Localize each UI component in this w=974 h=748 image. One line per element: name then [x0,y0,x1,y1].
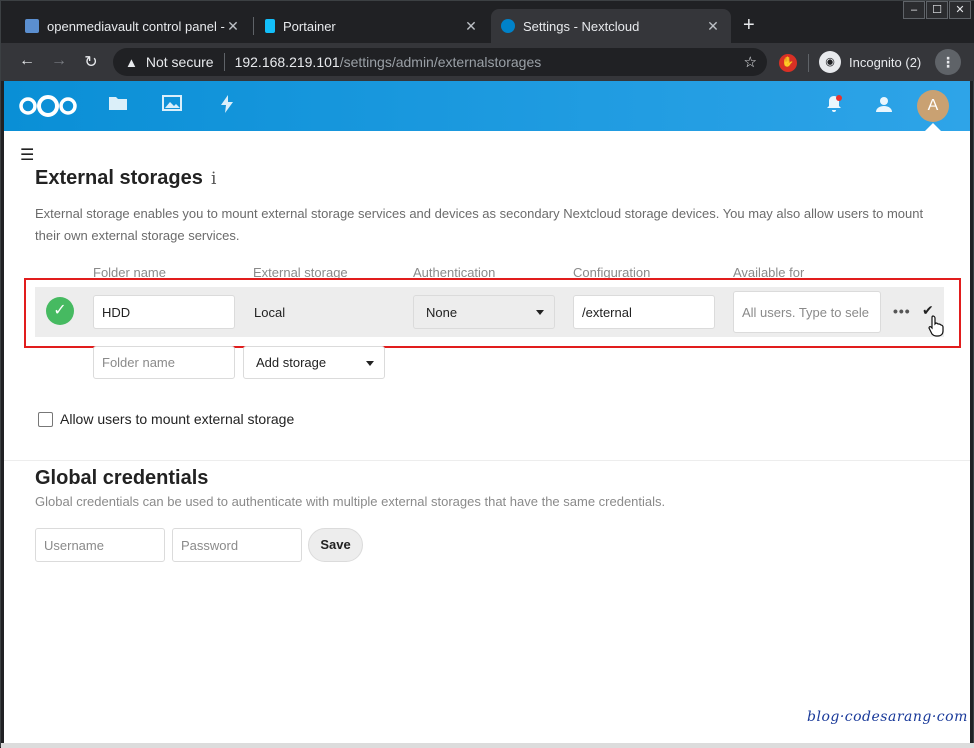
reload-icon[interactable]: ↻ [81,52,101,72]
bookmark-star-icon[interactable]: ☆ [744,53,757,71]
notifications-bell-icon[interactable] [826,95,842,118]
incognito-icon: ◉ [819,51,841,73]
page-content: A ☰ External storages i External storage… [4,81,970,743]
close-tab-icon[interactable]: ✕ [705,18,721,35]
external-storages-title: External storages [35,167,203,189]
column-available-for: Available for [733,265,805,278]
tab-nextcloud-settings[interactable]: Settings - Nextcloud ✕ [491,9,731,43]
incognito-indicator[interactable]: ◉ Incognito (2) [819,49,921,75]
user-avatar[interactable]: A [917,90,949,122]
window-bottom-border [1,743,974,748]
column-external-storage: External storage [253,265,348,278]
minimize-button[interactable]: – [903,1,925,19]
extension-hand-icon[interactable]: ✋ [779,54,797,72]
portainer-favicon-icon [265,19,275,33]
toolbar-separator [808,54,809,72]
hamburger-menu-icon[interactable]: ☰ [20,145,34,165]
omnibox-divider [223,53,225,71]
save-button[interactable]: Save [308,528,363,562]
add-storage-select[interactable]: Add storage [243,346,385,379]
files-folder-icon[interactable] [108,95,128,116]
url-host: 192.168.219.101 [234,54,340,70]
column-authentication: Authentication [413,265,496,278]
activity-lightning-icon[interactable] [220,95,234,118]
forward-arrow-icon[interactable]: → [49,52,69,70]
allow-users-label[interactable]: Allow users to mount external storage [60,411,294,427]
external-storages-description: External storage enables you to mount ex… [35,206,924,243]
allow-users-checkbox[interactable] [38,412,53,427]
nextcloud-logo-icon[interactable] [18,95,78,117]
tab-title: Settings - Nextcloud [523,18,640,34]
url-path: /settings/admin/externalstorages [339,54,542,70]
close-window-button[interactable]: ✕ [949,1,971,19]
column-folder-name: Folder name [93,265,166,278]
maximize-button[interactable]: ☐ [926,1,948,19]
tab-title: openmediavault control panel - l [47,18,225,34]
dropdown-caret-icon [366,361,374,366]
highlight-box [24,278,961,348]
menu-caret [925,123,941,131]
nextcloud-favicon-icon [501,19,515,33]
openmediavault-favicon-icon [25,19,39,33]
back-arrow-icon[interactable]: ← [17,52,37,70]
nextcloud-header: A [4,81,970,131]
browser-menu-icon[interactable]: ⋮ [935,49,961,75]
window-controls: – ☐ ✕ [902,1,971,19]
close-tab-icon[interactable]: ✕ [225,18,241,35]
tab-separator [253,17,254,35]
info-icon[interactable]: i [211,169,216,189]
tab-openmediavault[interactable]: openmediavault control panel - l ✕ [15,9,251,43]
not-secure-label[interactable]: Not secure [146,54,214,70]
global-credentials-title: Global credentials [35,467,209,489]
tab-title: Portainer [283,18,336,34]
watermark: blog·codesarang·com [807,709,968,725]
browser-window: openmediavault control panel - l ✕ Porta… [0,0,974,748]
incognito-label: Incognito (2) [849,54,922,70]
global-credentials-description: Global credentials can be used to authen… [35,494,666,509]
username-input[interactable]: Username [35,528,165,562]
tab-portainer[interactable]: Portainer ✕ [255,9,489,43]
new-tab-button[interactable]: + [743,15,755,35]
new-folder-name-input[interactable]: Folder name [93,346,235,379]
column-configuration: Configuration [573,265,651,278]
address-bar[interactable]: ▲ Not secure 192.168.219.101 /settings/a… [113,48,767,76]
add-storage-label: Add storage [256,355,327,370]
close-tab-icon[interactable]: ✕ [463,18,479,35]
tab-strip: openmediavault control panel - l ✕ Porta… [1,1,974,43]
password-input[interactable]: Password [172,528,302,562]
browser-toolbar: ← → ↻ ▲ Not secure 192.168.219.101 /sett… [1,43,974,81]
warning-triangle-icon: ▲ [125,54,138,70]
photos-icon[interactable] [162,95,182,116]
section-divider [4,460,970,461]
contacts-icon[interactable] [875,95,893,118]
